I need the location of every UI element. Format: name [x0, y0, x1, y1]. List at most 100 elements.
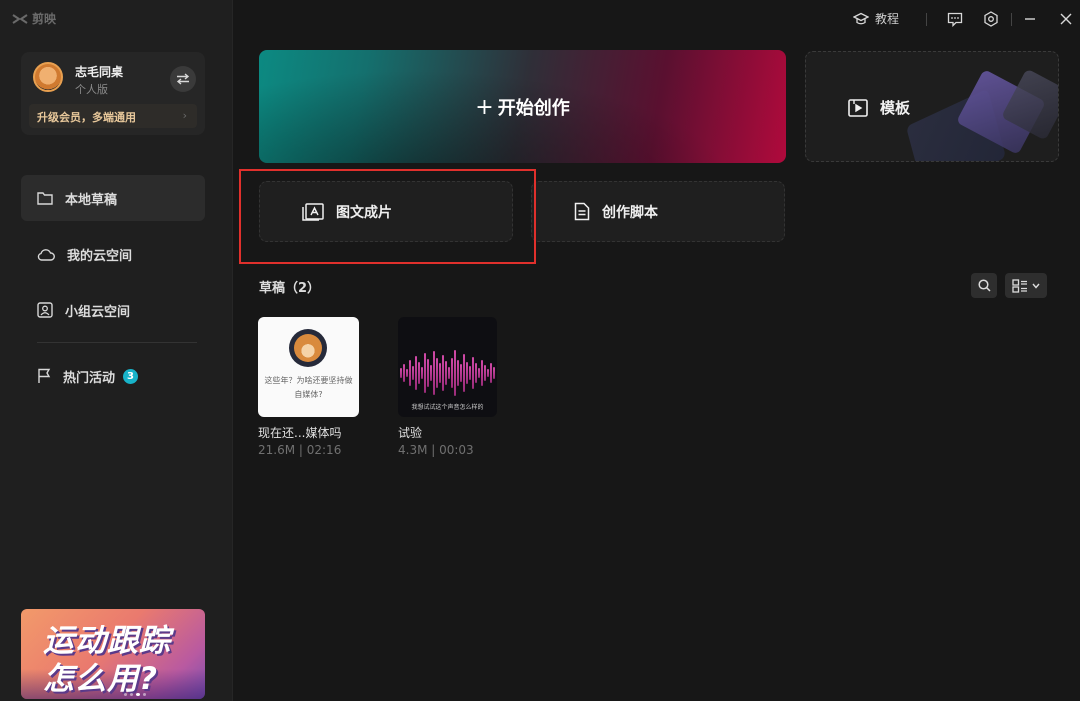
- waveform-bar: [406, 368, 408, 377]
- sidebar-item-local-drafts[interactable]: 本地草稿: [21, 175, 205, 221]
- waveform-bar: [451, 357, 453, 388]
- switch-account-button[interactable]: [170, 66, 196, 92]
- waveform-bar: [475, 362, 477, 383]
- template-icon: [848, 98, 868, 117]
- pagination-dot[interactable]: [124, 693, 127, 696]
- gear-icon: [984, 11, 998, 27]
- topbar-divider: [926, 13, 927, 26]
- waveform-bar: [430, 364, 432, 381]
- waveform-bar: [472, 356, 474, 389]
- waveform-bar: [412, 365, 414, 380]
- sidebar-item-label: 我的云空间: [67, 248, 133, 264]
- sidebar-divider: [37, 342, 197, 343]
- sidebar-item-label: 小组云空间: [65, 304, 131, 320]
- waveform-bar: [481, 359, 483, 386]
- avatar-image: [289, 329, 327, 367]
- drafts-section-title: 草稿（2）: [259, 281, 321, 296]
- waveform-bar: [439, 362, 441, 383]
- waveform-bar: [460, 363, 462, 382]
- banner-title-line2: 怎么用?: [43, 661, 158, 697]
- waveform-bar: [466, 361, 468, 384]
- thumbnail-caption: 自媒体?: [294, 390, 323, 399]
- grid-view-icon: [1012, 278, 1027, 293]
- waveform-bar: [403, 363, 405, 382]
- draft-name: 现在还...媒体吗: [258, 426, 342, 440]
- user-card: 志毛同桌 个人版 升级会员，多端通用 ›: [21, 52, 205, 135]
- capcut-logo-icon: [12, 13, 28, 24]
- waveform-bar: [493, 366, 495, 379]
- search-drafts-button[interactable]: [971, 273, 997, 298]
- folder-icon: [37, 192, 53, 205]
- waveform-bar: [484, 364, 486, 381]
- graduation-cap-icon: [853, 12, 869, 24]
- close-button[interactable]: [1057, 10, 1075, 28]
- waveform-bar: [433, 350, 435, 395]
- cloud-icon: [37, 248, 55, 261]
- waveform-bar: [409, 359, 411, 386]
- minimize-icon: [1025, 18, 1035, 20]
- draft-thumbnail[interactable]: 这些年？为啥还要坚持做 自媒体?: [258, 317, 359, 417]
- sidebar-item-team-cloud[interactable]: 小组云空间: [21, 287, 205, 333]
- pagination-dot-active[interactable]: [136, 693, 140, 696]
- flag-icon: [38, 368, 51, 383]
- waveform-bar: [427, 358, 429, 387]
- creation-script-button[interactable]: 创作脚本: [531, 181, 785, 242]
- highlight-annotation-box: [239, 169, 536, 264]
- notification-badge: 3: [123, 368, 139, 384]
- waveform-bar: [400, 367, 402, 378]
- sidebar: 剪映 志毛同桌 个人版 升级会员，多端通用 › 本地草稿 我的云空间 小组云空间…: [0, 0, 233, 701]
- waveform-bar: [454, 349, 456, 396]
- tutorial-label: 教程: [875, 12, 900, 26]
- pagination-dot[interactable]: [130, 693, 133, 696]
- chat-feedback-icon: [947, 12, 963, 27]
- start-creation-label: + 开始创作: [259, 94, 786, 120]
- upgrade-button[interactable]: 升级会员，多端通用 ›: [29, 104, 197, 128]
- start-creation-button[interactable]: + 开始创作: [259, 50, 786, 163]
- waveform-bar: [457, 359, 459, 386]
- promo-banner[interactable]: 运动跟踪 怎么用?: [21, 609, 205, 699]
- audio-waveform: [400, 345, 496, 400]
- draft-thumbnail[interactable]: 我想试试这个声音怎么样的: [398, 317, 497, 417]
- waveform-bar: [478, 367, 480, 378]
- user-edition: 个人版: [75, 83, 108, 96]
- team-icon: [37, 302, 53, 318]
- creation-script-label: 创作脚本: [602, 204, 658, 221]
- sidebar-item-my-cloud[interactable]: 我的云空间: [21, 231, 205, 277]
- waveform-bar: [463, 353, 465, 392]
- draft-name: 试验: [398, 426, 423, 440]
- view-mode-button[interactable]: [1005, 273, 1047, 298]
- settings-button[interactable]: [982, 10, 1000, 28]
- document-icon: [574, 202, 590, 221]
- waveform-bar: [418, 361, 420, 384]
- draft-card[interactable]: 这些年？为啥还要坚持做 自媒体? 现在还...媒体吗 21.6M | 02:16: [258, 317, 359, 457]
- waveform-bar: [421, 366, 423, 379]
- waveform-bar: [424, 352, 426, 393]
- minimize-button[interactable]: [1021, 10, 1039, 28]
- app-name: 剪映: [32, 12, 57, 26]
- thumbnail-caption: 这些年？为啥还要坚持做: [264, 376, 353, 385]
- template-label: 模板: [848, 97, 910, 118]
- template-button[interactable]: 模板: [805, 51, 1059, 162]
- waveform-bar: [448, 366, 450, 379]
- username: 志毛同桌: [75, 65, 124, 79]
- pagination-dot[interactable]: [143, 693, 146, 696]
- search-icon: [977, 279, 991, 292]
- chevron-right-icon: ›: [182, 109, 187, 122]
- waveform-bar: [487, 368, 489, 377]
- waveform-bar: [436, 357, 438, 388]
- draft-meta: 4.3M | 00:03: [398, 443, 474, 457]
- waveform-bar: [490, 362, 492, 383]
- template-text: 模板: [880, 99, 911, 117]
- tutorial-button[interactable]: 教程: [853, 10, 899, 27]
- upgrade-label: 升级会员，多端通用: [37, 111, 136, 124]
- avatar[interactable]: [33, 62, 63, 92]
- swap-icon: [176, 73, 190, 85]
- sidebar-item-hot-events[interactable]: 热门活动 3: [21, 353, 205, 399]
- sidebar-item-label: 热门活动: [63, 370, 116, 386]
- app-logo: 剪映: [12, 10, 56, 27]
- draft-card[interactable]: 我想试试这个声音怎么样的 试验 4.3M | 00:03: [398, 317, 499, 457]
- waveform-bar: [445, 360, 447, 385]
- chevron-down-icon: [1032, 283, 1040, 289]
- draft-meta: 21.6M | 02:16: [258, 443, 342, 457]
- feedback-button[interactable]: [946, 10, 964, 28]
